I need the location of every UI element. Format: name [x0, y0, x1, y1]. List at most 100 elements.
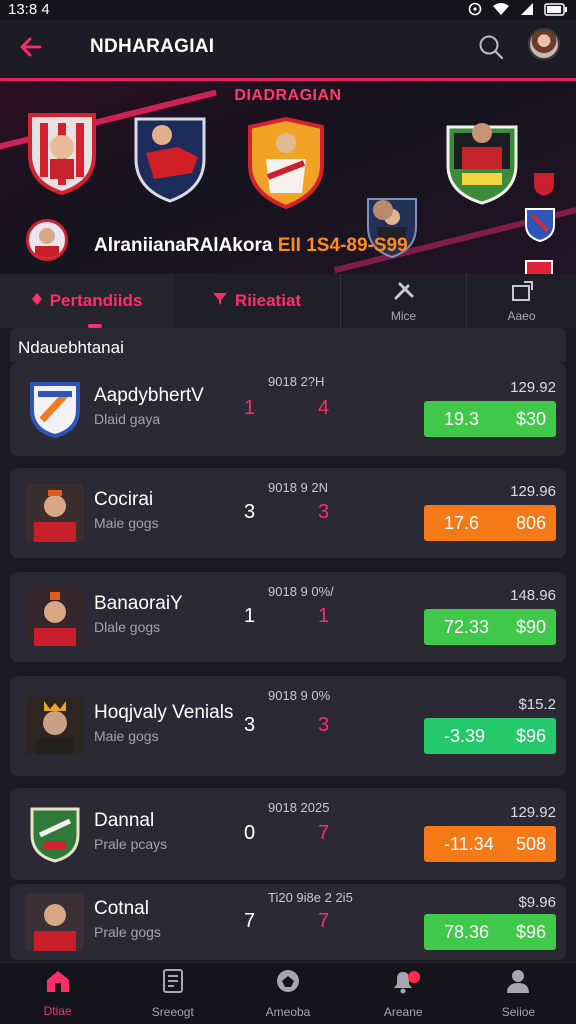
odds-payout: 508 — [515, 833, 546, 854]
nav-item-areane[interactable]: Areane — [346, 963, 461, 1024]
score-away: 1 — [318, 605, 330, 627]
team-name: Hoqjvaly Venials — [94, 702, 234, 723]
home-icon — [45, 969, 71, 998]
tab-bar: Pertandiids Riieatiat Mice Aaeo — [0, 274, 576, 328]
user-avatar[interactable] — [528, 28, 560, 60]
match-card[interactable]: Cocirai Maie gogs 3 3 9018 9 2N 129.96 17.6 806 — [10, 468, 566, 558]
odds-value: 72.33 — [444, 616, 490, 637]
team-subtitle: Dlaid gaya — [94, 411, 161, 427]
team-crest-icon — [26, 484, 84, 542]
match-price: 148.96 — [510, 587, 556, 604]
nav-label: Areane — [383, 1005, 423, 1019]
tab-riieatiat[interactable]: Riieatiat — [174, 274, 340, 328]
team-crest-icon — [26, 697, 84, 755]
tab-aaeo[interactable]: Aaeo — [466, 274, 576, 328]
nav-label: Seiioe — [501, 1005, 536, 1019]
team-subtitle: Dlale gogs — [94, 619, 161, 635]
team-name: Dannal — [94, 810, 155, 831]
document-icon — [161, 968, 185, 999]
section-title: Ndauebhtanai — [18, 338, 124, 357]
match-date: 9018 2?H — [268, 374, 325, 389]
match-date: 9018 9 0% — [268, 688, 331, 703]
team-name: AapdybhertV — [94, 385, 204, 406]
filter-icon — [212, 292, 227, 310]
odds-button[interactable]: 72.33 $90 — [424, 609, 556, 645]
club-badge-icon — [525, 260, 553, 274]
banner-tagline: AlraniianaRAlAkora EII 1S4-89-S99 — [94, 235, 408, 257]
notification-badge — [407, 971, 420, 983]
banner-tagline-highlight: EII 1S4-89-S99 — [277, 235, 408, 256]
team-crest-icon — [26, 588, 84, 646]
team-crest-icon — [446, 123, 518, 205]
bottom-nav: Dtiae Sreeogt Ameoba Areane Seiioe — [0, 962, 576, 1024]
club-badge-icon — [525, 208, 555, 243]
back-arrow-icon[interactable] — [16, 32, 46, 62]
odds-payout: 806 — [515, 512, 546, 533]
banner-tagline-main: AlraniianaRAlAkora — [94, 235, 273, 256]
score-away: 3 — [318, 501, 330, 523]
match-date: 9018 2025 — [268, 800, 330, 815]
match-card[interactable]: Cotnal Prale gogs 7 7 Ti20 9i8e 2 2i5 $9.96 78… — [10, 884, 566, 960]
team-crest-icon — [26, 805, 84, 863]
nav-item-home[interactable]: Dtiae — [0, 963, 115, 1024]
team-name: BanaoraiY — [94, 593, 183, 614]
score-away: 4 — [318, 397, 330, 419]
match-card[interactable]: BanaoraiY Dlale gogs 1 1 9018 9 0%/ 148.96 72.… — [10, 572, 566, 662]
match-card[interactable]: Hoqjvaly Venials Maie gogs 3 3 9018 9 0% $15.… — [10, 676, 566, 776]
match-card[interactable]: AapdybhertV Dlaid gaya 1 4 9018 2?H 129.92 19.… — [10, 362, 566, 456]
status-time: 13:8 4 — [8, 1, 50, 18]
match-card[interactable]: Dannal Prale pcays 0 7 9018 2025 129.92 -11.34… — [10, 788, 566, 880]
tab-mice[interactable]: Mice — [340, 274, 466, 328]
odds-value: 78.36 — [444, 921, 490, 942]
club-badge-icon — [534, 173, 554, 196]
odds-button[interactable]: 19.3 $30 — [424, 401, 556, 437]
status-bar: 13:8 4 — [0, 0, 576, 20]
club-logo — [26, 219, 68, 261]
nav-label: Dtiae — [43, 1004, 72, 1018]
spark-icon — [31, 292, 42, 310]
tab-label: Riieatiat — [234, 291, 302, 310]
team-name: Cotnal — [94, 898, 149, 919]
match-date: 9018 9 2N — [268, 480, 328, 495]
odds-button[interactable]: -3.39 $96 — [424, 718, 556, 754]
nav-item-sreeogt[interactable]: Sreeogt — [115, 963, 230, 1024]
score-home: 3 — [244, 501, 256, 523]
team-subtitle: Maie gogs — [94, 515, 159, 531]
team-crest-icon — [134, 117, 206, 203]
score-away: 3 — [318, 714, 330, 736]
status-icons — [468, 2, 568, 21]
app-bar: NDHARAGIAI — [0, 20, 576, 76]
odds-payout: $90 — [515, 616, 546, 637]
tab-label: Pertandiids — [49, 291, 143, 310]
search-icon[interactable] — [476, 32, 506, 62]
odds-value: 19.3 — [444, 408, 480, 429]
team-subtitle: Prale gogs — [94, 924, 161, 940]
score-home: 0 — [244, 822, 256, 844]
promo-banner[interactable]: DIADRAGIAN AlraniianaRAlAkora EII 1S4-89… — [0, 78, 576, 274]
tab-pertandiids[interactable]: Pertandiids — [0, 274, 174, 328]
tab-label: Aaeo — [507, 308, 536, 323]
match-price: 129.92 — [510, 804, 556, 821]
share-icon — [510, 280, 534, 307]
score-away: 7 — [318, 822, 330, 844]
nav-label: Ameoba — [265, 1005, 311, 1019]
match-price: $9.96 — [518, 894, 556, 911]
match-date: 9018 9 0%/ — [268, 584, 334, 599]
nav-item-ameoba[interactable]: Ameoba — [230, 963, 345, 1024]
nav-label: Sreeogt — [151, 1005, 194, 1019]
team-crest-icon — [26, 893, 84, 951]
odds-button[interactable]: -11.34 508 — [424, 826, 556, 862]
team-name: Cocirai — [94, 489, 154, 510]
match-price: 129.96 — [510, 483, 556, 500]
tools-icon — [392, 280, 416, 307]
odds-payout: $96 — [515, 725, 546, 746]
team-crest-icon — [26, 380, 84, 438]
odds-button[interactable]: 78.36 $96 — [424, 914, 556, 950]
odds-button[interactable]: 17.6 806 — [424, 505, 556, 541]
nav-item-seiioe[interactable]: Seiioe — [461, 963, 576, 1024]
score-away: 7 — [318, 910, 330, 932]
score-home: 1 — [244, 397, 256, 419]
odds-value: -11.34 — [444, 833, 494, 854]
odds-value: -3.39 — [444, 725, 486, 746]
alarm-icon — [468, 2, 482, 21]
